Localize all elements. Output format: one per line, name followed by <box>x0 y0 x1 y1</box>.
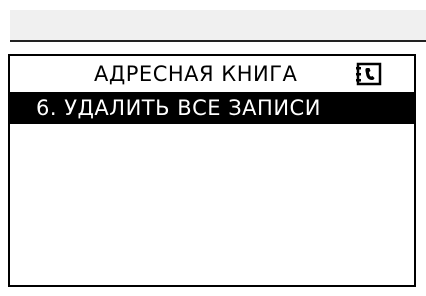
top-strip <box>10 10 426 40</box>
address-book-icon <box>355 62 385 86</box>
lcd-screen: АДРЕСНАЯ КНИГА 6. УДАЛИТЬ ВСЕ ЗАПИСИ <box>8 54 416 287</box>
menu-item-delete-all-records[interactable]: 6. УДАЛИТЬ ВСЕ ЗАПИСИ <box>10 92 414 124</box>
screen-title: АДРЕСНАЯ КНИГА <box>94 62 298 86</box>
menu-item-label: 6. УДАЛИТЬ ВСЕ ЗАПИСИ <box>36 96 321 120</box>
divider-line <box>10 40 426 42</box>
title-bar: АДРЕСНАЯ КНИГА <box>10 56 414 92</box>
